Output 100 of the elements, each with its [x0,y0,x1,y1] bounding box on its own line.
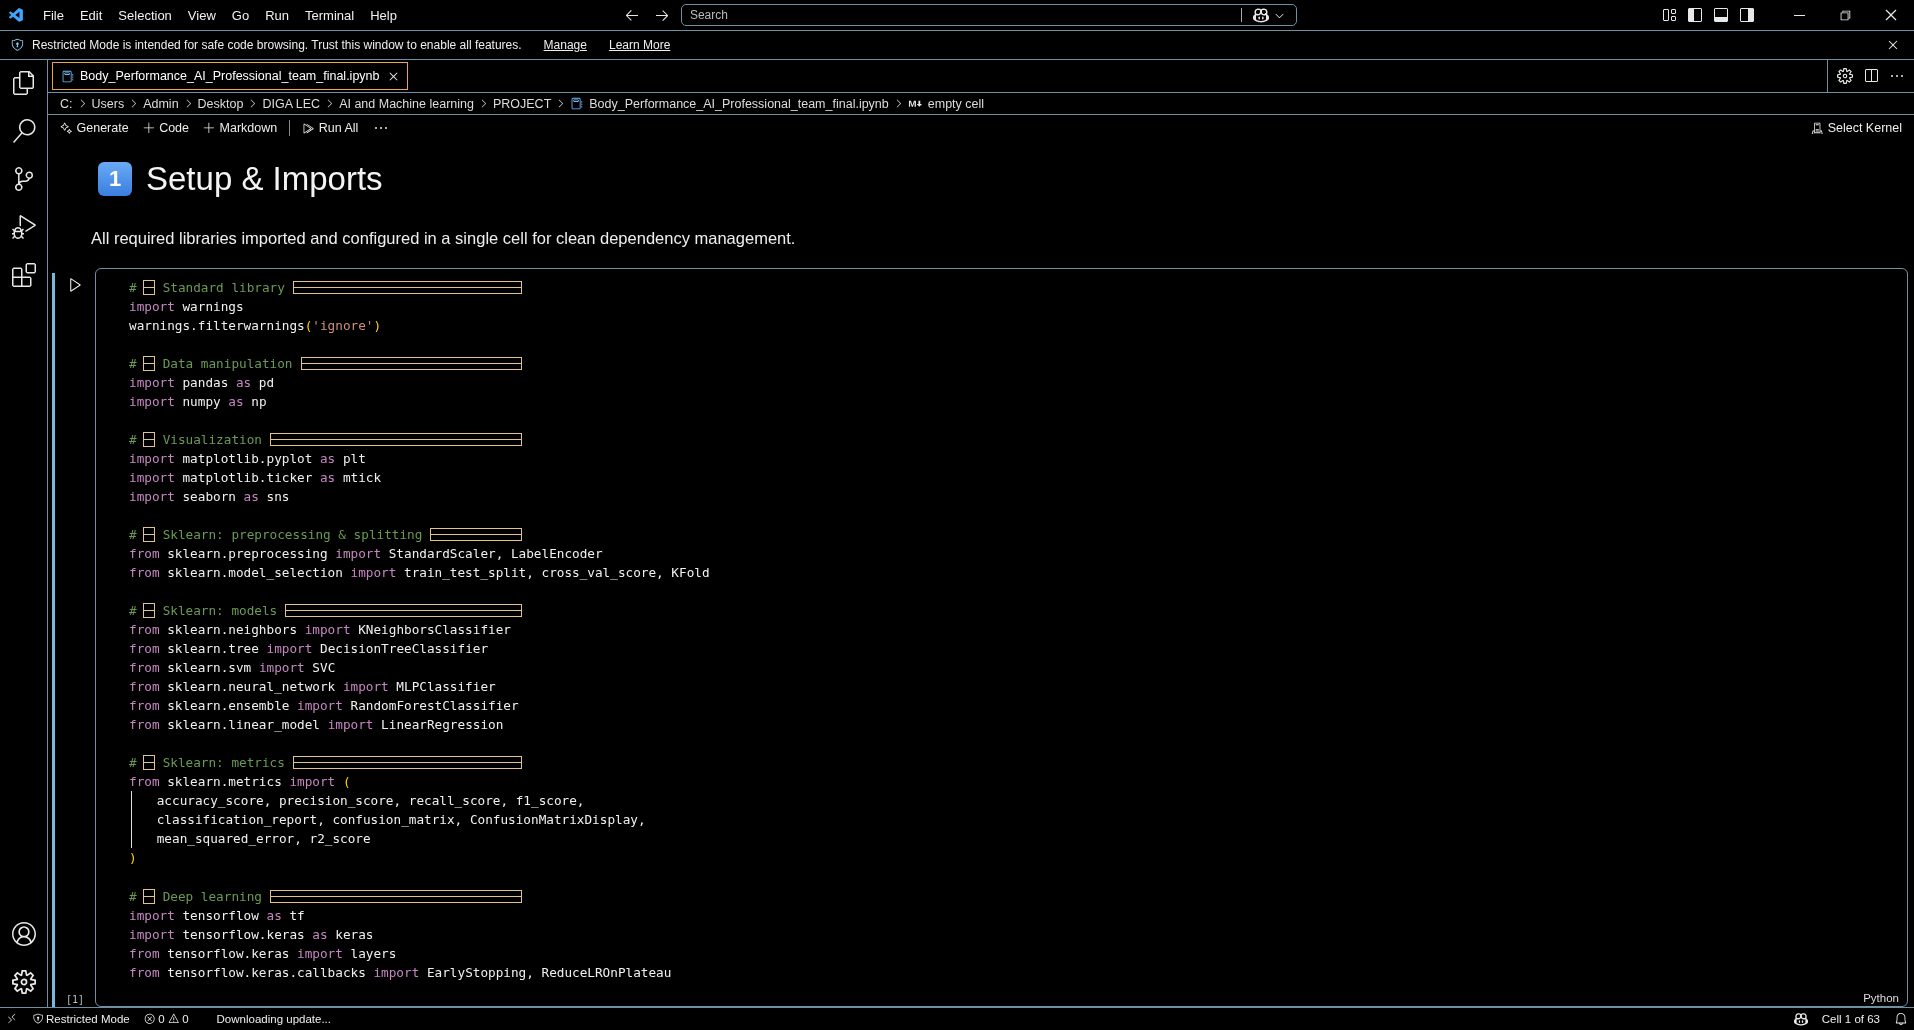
comment-text: Data manipulation [162,355,293,374]
missing-glyph-icon [142,527,155,543]
code-line: from sklearn.ensemble import RandomForestClassifier [129,697,519,716]
code-line: import warnings [129,298,244,316]
breadcrumb-item[interactable]: Body_Performance_AI_Professional_team_final.ipynb [589,96,889,111]
comment-hash: # [129,431,137,450]
menu-item[interactable]: Edit [71,3,111,27]
missing-glyph-icon [142,280,155,295]
run-all-icon [302,121,315,135]
comment-hash: # [129,526,137,545]
menu-item[interactable]: View [179,3,224,27]
problems-status[interactable]: 0 0 [143,1013,189,1025]
code-line: import matplotlib.pyplot as plt [129,450,366,469]
restricted-mode-status[interactable]: Restricted Mode [31,1013,130,1025]
comment-hash: # [129,887,137,906]
breadcrumb-item[interactable]: DIGA LEC [262,96,321,111]
shield-icon [10,38,24,52]
menu-item[interactable]: Help [362,3,405,27]
tab-title: Body_Performance_AI_Professional_team_final.ipynb [80,69,380,83]
warning-count: 0 [182,1013,189,1025]
code-line: mean_squared_error, r2_score [156,830,371,849]
bell-icon[interactable] [1894,1012,1908,1026]
plus-icon [203,121,216,135]
banner-link[interactable]: Learn More [608,38,671,52]
menu-item[interactable]: Selection [110,3,180,27]
code-line: import tensorflow as tf [129,906,305,925]
code-line: import pandas as pd [129,374,275,393]
breadcrumb-item[interactable]: Admin [143,96,179,111]
settings-icon[interactable] [1834,65,1856,87]
toolbar-button[interactable]: Markdown [201,119,280,137]
cell-position[interactable]: Cell 1 of 63 [1821,1013,1880,1025]
comment-hash: # [129,754,137,773]
code-line: from sklearn.model_selection import train_test_split, cross_val_score, KFold [129,564,710,583]
description-text: All required libraries imported and configured in a single cell for clean dependency management. [91,229,797,248]
code-line: ) [129,849,137,868]
editor-tab[interactable]: Body_Performance_AI_Professional_team_final.ipynb [52,62,409,90]
missing-glyph-icon [269,889,523,903]
select-kernel-button[interactable]: Select Kernel [1809,119,1904,137]
missing-glyph-icon [300,357,523,371]
comment-text: Standard library [162,279,285,297]
comment-text: Sklearn: metrics [162,754,285,773]
code-line: from sklearn.svm import SVC [129,659,336,678]
execution-count: [1] [65,994,85,1005]
comment-text: Visualization [162,431,262,450]
notebook-icon [570,97,584,110]
code-line: import matplotlib.ticker as mtick [129,469,382,488]
toolbar-button[interactable]: Generate [58,119,131,137]
menu-item[interactable]: Run [257,3,297,27]
sparkle-icon [60,121,73,135]
missing-glyph-icon [292,281,523,294]
missing-glyph-icon [292,756,523,770]
code-line: accuracy_score, precision_score, recall_score, f1_score, [156,792,585,811]
copilot-icon[interactable] [1793,1012,1808,1026]
section-heading: Setup & Imports [146,160,383,198]
language-label[interactable]: Python [1863,992,1899,1004]
breadcrumb-item[interactable]: PROJECT [492,96,552,111]
missing-glyph-icon [142,356,155,372]
kernel-icon [1811,121,1824,135]
code-line: from tensorflow.keras.callbacks import EarlyStopping, ReduceLROnPlateau [129,963,672,982]
code-line: warnings.filterwarnings('ignore') [129,317,382,336]
code-line: import numpy as np [129,393,267,412]
status-message: Downloading update... [216,1013,331,1025]
code-line: classification_report, confusion_matrix, ConfusionMatrixDisplay, [156,811,646,830]
shield-icon [31,1013,43,1025]
code-line: from tensorflow.keras import layers [129,944,397,963]
comment-text: Sklearn: models [162,602,278,621]
error-icon [143,1013,156,1025]
missing-glyph-icon [142,432,155,448]
breadcrumb-item[interactable]: Users [91,96,125,111]
comment-text: Sklearn: preprocessing & splitting [162,526,423,545]
notebook-icon [61,69,74,83]
breadcrumb-item[interactable]: empty cell [927,96,985,111]
toolbar-button[interactable]: Run All [300,119,361,137]
missing-glyph-icon [142,603,155,619]
warning-icon [167,1013,180,1025]
menu-item[interactable]: File [35,3,72,27]
breadcrumb-item[interactable]: C: [60,96,73,111]
comment-hash: # [129,355,137,374]
code-line: from sklearn.linear_model import LinearRegression [129,716,504,735]
menu-item[interactable]: Go [223,3,258,27]
missing-glyph-icon [142,888,155,904]
search-field[interactable]: Search [680,4,1297,26]
banner-text: Restricted Mode is intended for safe code browsing. Trust this window to enable all features. [32,38,522,52]
missing-glyph-icon [142,755,155,771]
missing-glyph-icon [285,604,523,618]
missing-glyph-icon [269,433,523,447]
code-line: from sklearn.metrics import ( [129,773,351,792]
code-line: from sklearn.tree import DecisionTreeClassifier [129,640,489,659]
code-cell[interactable] [95,268,1908,1007]
error-count: 0 [158,1013,165,1025]
comment-hash: # [129,602,137,621]
breadcrumb-item[interactable]: Desktop [197,96,244,111]
code-line: import seaborn as sns [129,488,290,507]
toolbar-button[interactable]: Code [140,119,191,137]
code-line: from sklearn.neighbors import KNeighborsClassifier [129,621,511,640]
breadcrumb-item[interactable]: AI and Machine learning [339,96,474,111]
missing-glyph-icon [430,528,523,542]
banner-link[interactable]: Manage [543,38,587,52]
comment-hash: # [129,279,137,297]
menu-item[interactable]: Terminal [297,3,363,27]
